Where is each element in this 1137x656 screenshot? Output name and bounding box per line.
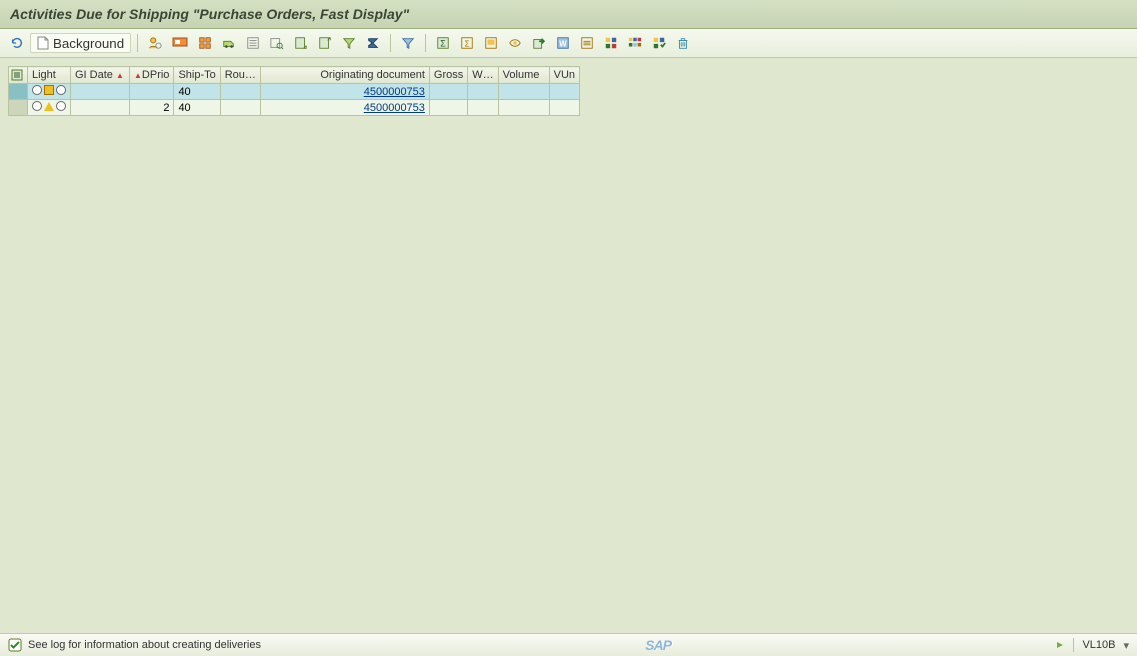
export-button[interactable] xyxy=(528,33,550,53)
svg-text:Σ: Σ xyxy=(440,39,446,49)
sort-indicator-asc-icon: ▲ xyxy=(116,71,124,80)
deliver-button[interactable] xyxy=(218,33,240,53)
traffic-light-icon xyxy=(32,101,66,111)
cell-gross xyxy=(429,100,467,116)
view-button[interactable] xyxy=(504,33,526,53)
background-button-label: Background xyxy=(53,36,124,51)
work-area: Light GI Date ▲ ▲DPrio Ship-To Rou… Orig… xyxy=(0,58,1137,633)
originating-document-link[interactable]: 4500000753 xyxy=(364,102,425,114)
select-all-items-button[interactable] xyxy=(194,33,216,53)
sum-button[interactable]: Σ xyxy=(432,33,454,53)
table-row[interactable]: 240 4500000753 xyxy=(9,100,580,116)
cell-orig-doc: 4500000753 xyxy=(260,100,429,116)
status-message: See log for information about creating d… xyxy=(28,639,261,651)
cell-gross xyxy=(429,84,467,100)
select-all-column-header[interactable] xyxy=(9,67,28,84)
toolbar-separator xyxy=(390,34,391,52)
cell-orig-doc: 4500000753 xyxy=(260,84,429,100)
background-button[interactable]: Background xyxy=(30,33,131,53)
statusbar: See log for information about creating d… xyxy=(0,633,1137,656)
cell-volume xyxy=(498,100,549,116)
session-indicator-icon[interactable] xyxy=(1055,640,1065,650)
delete-button[interactable] xyxy=(672,33,694,53)
traffic-light-icon xyxy=(32,85,66,95)
sap-logo: SAP xyxy=(645,637,671,653)
cell-dprio: 2 xyxy=(130,100,174,116)
word-processing-button[interactable]: W xyxy=(552,33,574,53)
layout-change-button[interactable] xyxy=(624,33,646,53)
cell-light xyxy=(28,84,71,100)
cell-ship-to: 40 xyxy=(174,100,220,116)
row-selector[interactable] xyxy=(9,100,28,116)
col-vun[interactable]: VUn xyxy=(549,67,579,84)
status-success-icon xyxy=(8,638,22,652)
print-preview-button[interactable] xyxy=(480,33,502,53)
cell-vun xyxy=(549,100,579,116)
toolbar-separator xyxy=(137,34,138,52)
cell-vun xyxy=(549,84,579,100)
alv-grid[interactable]: Light GI Date ▲ ▲DPrio Ship-To Rou… Orig… xyxy=(8,66,580,116)
col-gross[interactable]: Gross xyxy=(429,67,467,84)
transaction-code: VL10B xyxy=(1082,639,1115,651)
cell-wun xyxy=(468,100,498,116)
col-wun[interactable]: W… xyxy=(468,67,498,84)
subtotal-button[interactable]: Σ xyxy=(456,33,478,53)
alv-header-row: Light GI Date ▲ ▲DPrio Ship-To Rou… Orig… xyxy=(9,67,580,84)
col-dprio[interactable]: ▲DPrio xyxy=(130,67,174,84)
col-route[interactable]: Rou… xyxy=(220,67,260,84)
cell-route xyxy=(220,84,260,100)
sort-ascending-button[interactable] xyxy=(290,33,312,53)
col-light[interactable]: Light xyxy=(28,67,71,84)
cell-wun xyxy=(468,84,498,100)
find-button[interactable] xyxy=(266,33,288,53)
layout-select-button[interactable] xyxy=(600,33,622,53)
set-filter-button[interactable] xyxy=(338,33,360,53)
col-volume[interactable]: Volume xyxy=(498,67,549,84)
status-menu-icon[interactable]: ▾ xyxy=(1123,639,1129,652)
cell-route xyxy=(220,100,260,116)
user-settings-button[interactable] xyxy=(144,33,166,53)
refresh-button[interactable] xyxy=(6,33,28,53)
cell-ship-to: 40 xyxy=(174,84,220,100)
col-ship-to[interactable]: Ship-To xyxy=(174,67,220,84)
sort-indicator-asc-icon: ▲ xyxy=(134,71,142,80)
row-selector[interactable] xyxy=(9,84,28,100)
col-orig-doc[interactable]: Originating document xyxy=(260,67,429,84)
originating-document-link[interactable]: 4500000753 xyxy=(364,86,425,98)
sort-descending-button[interactable] xyxy=(314,33,336,53)
col-gi-date[interactable]: GI Date ▲ xyxy=(71,67,130,84)
cell-dprio xyxy=(130,84,174,100)
cell-gi-date xyxy=(71,100,130,116)
local-file-button[interactable] xyxy=(576,33,598,53)
subtotal-filter-button[interactable] xyxy=(397,33,419,53)
page-title: Activities Due for Shipping "Purchase Or… xyxy=(0,0,1137,29)
svg-text:W: W xyxy=(559,40,567,49)
details-button[interactable] xyxy=(242,33,264,53)
toolbar-separator xyxy=(425,34,426,52)
dialog-button[interactable] xyxy=(168,33,192,53)
application-toolbar: Background xyxy=(0,29,1137,58)
layout-save-button[interactable] xyxy=(648,33,670,53)
table-row[interactable]: 40 4500000753 xyxy=(9,84,580,100)
cell-volume xyxy=(498,84,549,100)
cell-light xyxy=(28,100,71,116)
total-button[interactable] xyxy=(362,33,384,53)
cell-gi-date xyxy=(71,84,130,100)
svg-text:Σ: Σ xyxy=(465,40,470,49)
